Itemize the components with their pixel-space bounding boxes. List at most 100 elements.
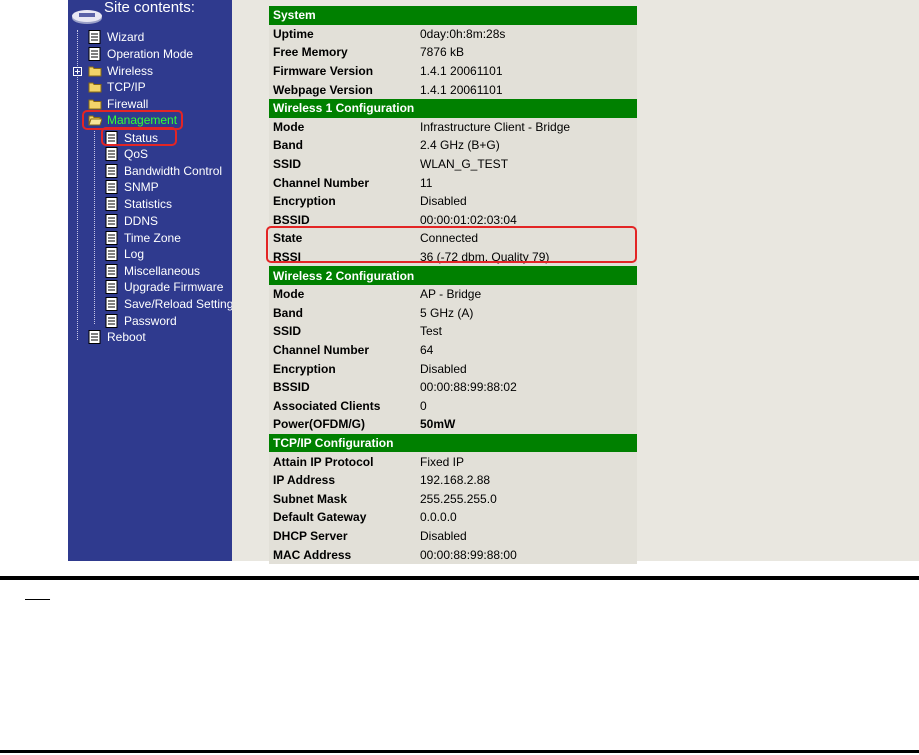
row-key: Firmware Version [269, 61, 416, 81]
sidebar-item-label: Upgrade Firmware [124, 280, 224, 294]
sidebar-item-qos[interactable]: QoS [105, 146, 148, 162]
page-icon [88, 47, 101, 61]
row-key: Band [269, 136, 416, 155]
sidebar-item-label: Operation Mode [107, 47, 194, 61]
sidebar-item-label: Wizard [107, 30, 145, 44]
section-header-wireless1: Wireless 1 Configuration [269, 98, 637, 118]
table-row: Default Gateway 0.0.0.0 [269, 508, 637, 527]
row-key: Attain IP Protocol [269, 452, 416, 471]
page-icon [105, 164, 118, 178]
row-value: WLAN_G_TEST [416, 154, 637, 174]
row-value: Disabled [416, 359, 637, 378]
row-key: Mode [269, 284, 416, 304]
row-key: Webpage Version [269, 80, 416, 99]
wireless-expand-toggle[interactable] [73, 67, 82, 76]
row-value: AP - Bridge [416, 284, 637, 304]
row-key: MAC Address [269, 545, 416, 564]
table-row: Encryption Disabled [269, 191, 637, 211]
sidebar-item-label: DDNS [124, 214, 159, 228]
sidebar-item-tcpip[interactable]: TCP/IP [88, 79, 146, 95]
table-row: SSID WLAN_G_TEST [269, 154, 637, 174]
table-row: Encryption Disabled [269, 359, 637, 378]
sidebar-item-bandwidth-control[interactable]: Bandwidth Control [105, 163, 222, 179]
row-value: 50mW [416, 415, 637, 434]
status-panel: System Uptime 0day:0h:8m:28s Free Memory 7… [232, 0, 919, 564]
section-title: System [269, 6, 637, 25]
table-row: Channel Number 11 [269, 173, 637, 192]
page-icon [105, 264, 118, 278]
row-key: Band [269, 303, 416, 323]
row-value: 7876 kB [416, 43, 637, 62]
table-row: MAC Address 00:00:88:99:88:00 [269, 545, 637, 564]
section-header-wireless2: Wireless 2 Configuration [269, 266, 637, 285]
sidebar: Site contents: Wizard Operation Mode Wir… [68, 0, 233, 561]
row-key: Encryption [269, 191, 416, 211]
row-value: Infrastructure Client - Bridge [416, 117, 637, 137]
page-icon [105, 197, 118, 211]
row-key: Uptime [269, 24, 416, 44]
table-row: BSSID 00:00:88:99:88:02 [269, 377, 637, 397]
table-row: DHCP Server Disabled [269, 526, 637, 546]
page-icon [88, 330, 101, 344]
row-value: Fixed IP [416, 452, 637, 471]
page-icon [105, 214, 118, 228]
page-icon [105, 147, 118, 161]
sidebar-item-label: Time Zone [124, 231, 181, 245]
row-value: Test [416, 322, 637, 341]
table-row: Webpage Version 1.4.1 20061101 [269, 80, 637, 99]
sidebar-item-password[interactable]: Password [105, 313, 177, 329]
row-value: 1.4.1 20061101 [416, 80, 637, 99]
status-highlight [101, 127, 177, 146]
table-row: Mode AP - Bridge [269, 284, 637, 304]
state-rssi-highlight [266, 226, 637, 263]
row-value: 0day:0h:8m:28s [416, 24, 637, 44]
sidebar-item-miscellaneous[interactable]: Miscellaneous [105, 263, 200, 279]
table-row: Associated Clients 0 [269, 396, 637, 416]
row-key: Channel Number [269, 173, 416, 192]
row-value: 1.4.1 20061101 [416, 61, 637, 81]
sidebar-item-upgrade-firmware[interactable]: Upgrade Firmware [105, 279, 223, 295]
sidebar-item-label: Bandwidth Control [124, 164, 223, 178]
row-key: SSID [269, 322, 416, 341]
page-icon [105, 180, 118, 194]
table-row: Channel Number 64 [269, 340, 637, 360]
sidebar-item-label: Statistics [124, 197, 173, 211]
sidebar-item-snmp[interactable]: SNMP [105, 179, 159, 195]
site-contents-icon [72, 10, 102, 24]
folder-icon [88, 99, 102, 110]
sidebar-item-wizard[interactable]: Wizard [88, 29, 144, 45]
table-row: Mode Infrastructure Client - Bridge [269, 117, 637, 137]
row-key: Encryption [269, 359, 416, 378]
sidebar-item-save-reload-setting[interactable]: Save/Reload Setting [105, 296, 233, 312]
site-contents-title: Site contents: [104, 0, 195, 16]
section-title: Wireless 2 Configuration [269, 266, 637, 285]
sidebar-item-label: SNMP [124, 180, 159, 194]
sidebar-item-label: Miscellaneous [124, 264, 201, 278]
row-key: Free Memory [269, 43, 416, 62]
sidebar-item-operation-mode[interactable]: Operation Mode [88, 46, 193, 62]
row-value: 0.0.0.0 [416, 508, 637, 527]
folder-icon [88, 82, 102, 93]
top-rule [0, 576, 919, 580]
table-row: SSID Test [269, 322, 637, 341]
table-row: Subnet Mask 255.255.255.0 [269, 489, 637, 509]
row-value: 0 [416, 396, 637, 416]
row-key: BSSID [269, 377, 416, 397]
section-title: TCP/IP Configuration [269, 433, 637, 453]
row-key: Channel Number [269, 340, 416, 360]
sidebar-item-time-zone[interactable]: Time Zone [105, 230, 181, 246]
sidebar-item-wireless[interactable]: Wireless [88, 63, 153, 79]
row-value: 64 [416, 340, 637, 360]
note-label [25, 585, 50, 602]
sidebar-item-label: Save/Reload Setting [124, 297, 234, 311]
table-row: Power(OFDM/G) 50mW [269, 415, 637, 434]
folder-icon [88, 66, 102, 77]
row-key: SSID [269, 154, 416, 174]
sidebar-item-statistics[interactable]: Statistics [105, 196, 172, 212]
section-header-tcpip: TCP/IP Configuration [269, 433, 637, 453]
sidebar-item-reboot[interactable]: Reboot [88, 329, 146, 345]
sidebar-item-ddns[interactable]: DDNS [105, 213, 158, 229]
sidebar-item-log[interactable]: Log [105, 246, 144, 262]
page-icon [105, 314, 118, 328]
sidebar-item-label: TCP/IP [107, 80, 146, 94]
